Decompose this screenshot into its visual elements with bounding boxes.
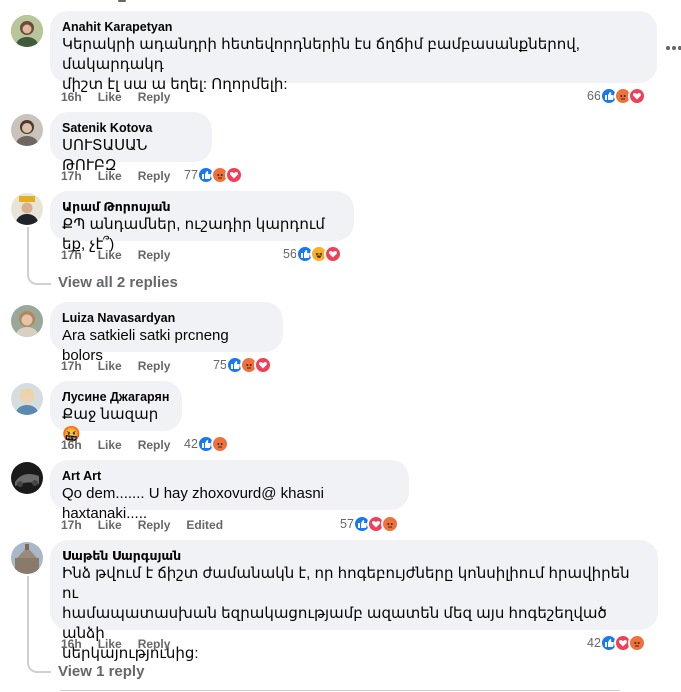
more-options-icon[interactable] (666, 40, 681, 56)
view-replies-link[interactable]: View all 2 replies (58, 274, 178, 291)
timestamp[interactable]: 17h (61, 169, 82, 183)
avatar[interactable] (11, 15, 43, 47)
view-replies-link[interactable]: View 1 reply (58, 663, 144, 680)
reply-button[interactable]: Reply (138, 90, 171, 104)
reply-button[interactable]: Reply (138, 637, 171, 651)
like-button[interactable]: Like (98, 637, 122, 651)
comment-author[interactable]: Սաթեն Սարգսյան (62, 548, 646, 564)
timestamp[interactable]: 16h (61, 438, 82, 452)
avatar[interactable] (11, 462, 43, 494)
avatar[interactable] (11, 193, 43, 225)
like-button[interactable]: Like (98, 169, 122, 183)
reaction-summary[interactable]: 66 (587, 87, 646, 105)
timestamp[interactable]: 16h (61, 637, 82, 651)
reaction-count: 42 (184, 437, 198, 451)
comment-author[interactable]: Anahit Karapetyan (62, 19, 645, 35)
like-button[interactable]: Like (98, 438, 122, 452)
comment-text-line: Ինձ թվում է ճիշտ ժամանակն է, որ հոգեբույ… (62, 565, 630, 602)
reaction-count: 77 (184, 168, 198, 182)
reaction-summary[interactable]: 75 (213, 356, 272, 374)
comment-bubble: Anahit Karapetyan Կերակրի ադանդրի հետեվո… (50, 11, 657, 93)
love-icon (224, 166, 243, 184)
comment-actions: 16h Like Reply (61, 636, 186, 652)
comment-actions: 16h Like Reply (61, 437, 186, 453)
divider (60, 690, 620, 691)
reaction-count: 56 (283, 247, 297, 261)
comment-actions: 16h Like Reply (61, 89, 186, 105)
comment-bubble: Սաթեն Սարգսյան Ինձ թվում է ճիշտ ժամանակն… (50, 540, 658, 662)
reaction-count: 42 (587, 636, 601, 650)
reply-button[interactable]: Reply (138, 359, 171, 373)
comment-actions: 17h Like Reply (61, 358, 186, 374)
love-icon (253, 356, 272, 374)
reply-button[interactable]: Reply (138, 518, 171, 532)
timestamp[interactable]: 17h (61, 248, 82, 262)
like-button[interactable]: Like (98, 359, 122, 373)
comment-bubble: Лусине Джагарян Քաջ նազար 🤬 (50, 381, 182, 443)
comment-actions: 17h Like Reply Edited (61, 517, 239, 533)
comment-bubble: Արամ Թորոսյան ՔՊ անդամներ, ուշադիր կարդո… (50, 191, 354, 253)
reaction-summary[interactable]: 77 (184, 166, 243, 184)
reply-button[interactable]: Reply (138, 169, 171, 183)
love-icon (323, 245, 342, 263)
comment-author[interactable]: Satenik Kotova (62, 120, 200, 136)
like-button[interactable]: Like (98, 90, 122, 104)
reply-button[interactable]: Reply (138, 248, 171, 262)
like-button[interactable]: Like (98, 518, 122, 532)
comment-bubble: Art Art Qo dem....... U hay zhoxovurd@ k… (50, 460, 409, 522)
thread-line-top (118, 0, 126, 2)
reaction-summary[interactable]: 56 (283, 245, 342, 263)
edited-label: Edited (186, 518, 224, 532)
reaction-count: 75 (213, 358, 227, 372)
reply-button[interactable]: Reply (138, 438, 171, 452)
reaction-summary[interactable]: 42 (587, 634, 646, 652)
reaction-count: 66 (587, 89, 601, 103)
comment-bubble: Satenik Kotova ՍՈՒՏԱՍԱՆ ԹՈՒԲԶ (50, 112, 212, 174)
comment-author[interactable]: Art Art (62, 468, 397, 484)
reaction-summary[interactable]: 42 (184, 435, 229, 453)
comment-actions: 17h Like Reply (61, 247, 186, 263)
avatar[interactable] (11, 542, 43, 574)
comment-text-line: Կերակրի ադանդրի հետեվորդներին էս ճղճիմ բ… (62, 36, 580, 73)
thread-connector (27, 227, 51, 285)
angry-icon (210, 435, 229, 453)
thread-connector (27, 576, 51, 673)
timestamp[interactable]: 17h (61, 359, 82, 373)
reaction-count: 57 (340, 517, 354, 531)
comment-author[interactable]: Արամ Թորոսյան (62, 199, 342, 215)
timestamp[interactable]: 16h (61, 90, 82, 104)
avatar[interactable] (11, 114, 43, 146)
comment-author[interactable]: Лусине Джагарян (62, 389, 170, 405)
comment-bubble: Luiza Navasardyan Ara satkieli satki prc… (50, 302, 283, 364)
angry-icon (627, 634, 646, 652)
avatar[interactable] (11, 305, 43, 337)
like-button[interactable]: Like (98, 248, 122, 262)
avatar[interactable] (11, 383, 43, 415)
love-icon (627, 87, 646, 105)
angry-icon (380, 515, 399, 533)
reaction-summary[interactable]: 57 (340, 515, 399, 533)
comment-actions: 17h Like Reply (61, 168, 186, 184)
timestamp[interactable]: 17h (61, 518, 82, 532)
comment-author[interactable]: Luiza Navasardyan (62, 310, 271, 326)
